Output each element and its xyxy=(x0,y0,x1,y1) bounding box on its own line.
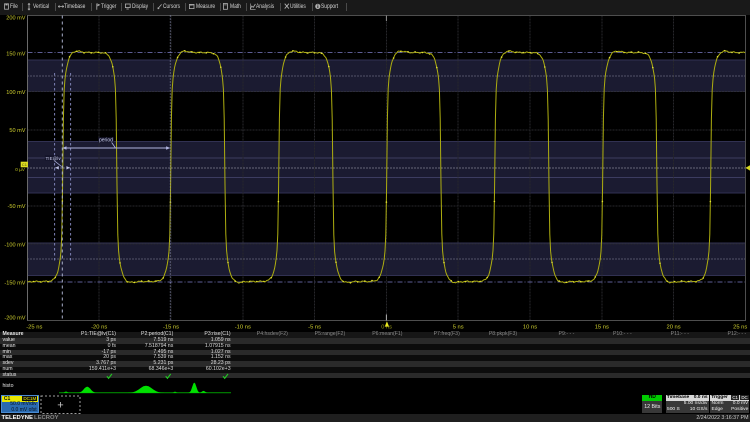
svg-text:+: + xyxy=(57,399,63,411)
